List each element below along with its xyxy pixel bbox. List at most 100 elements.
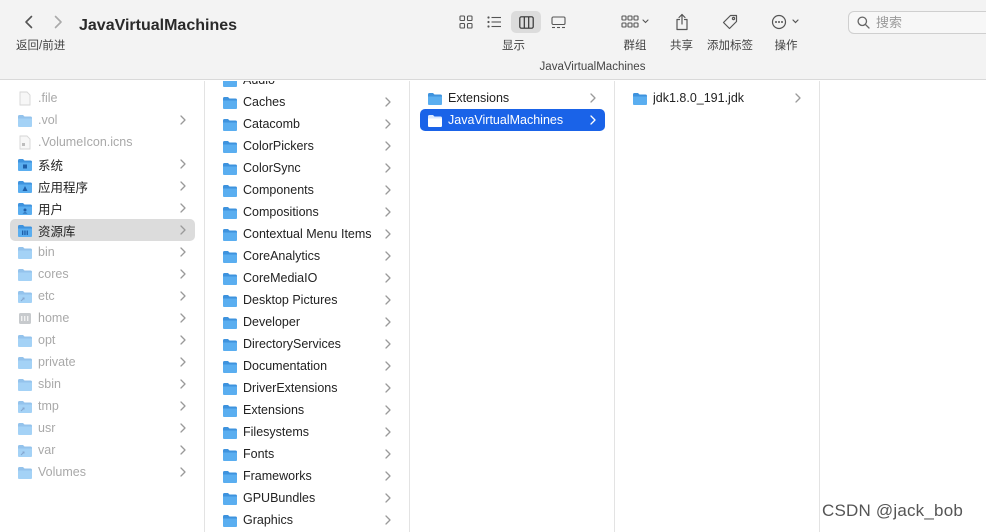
- folder-row-javavirtualmachines[interactable]: JavaVirtualMachines: [420, 109, 605, 131]
- column-library[interactable]: Audio Caches Catacomb ColorPickers ColorSync…: [205, 81, 410, 532]
- chevron-right-icon: [383, 295, 393, 305]
- folder-row-fonts[interactable]: Fonts: [215, 443, 400, 465]
- folder-row-tmp[interactable]: tmp: [10, 395, 195, 417]
- folder-row-components[interactable]: Components: [215, 179, 400, 201]
- folder-row-file[interactable]: .file: [10, 87, 195, 109]
- chevron-right-icon: [383, 515, 393, 525]
- folder-row-sbin[interactable]: sbin: [10, 373, 195, 395]
- row-label: 用户: [38, 202, 64, 217]
- row-label: jdk1.8.0_191.jdk: [653, 91, 745, 105]
- share-icon: [675, 13, 688, 31]
- row-label: cores: [38, 267, 69, 281]
- chevron-right-icon: [178, 115, 188, 125]
- folder-row-extensions[interactable]: Extensions: [420, 87, 605, 109]
- forward-button[interactable]: [50, 11, 66, 33]
- list-view-button[interactable]: [483, 11, 505, 33]
- chevron-right-icon: [383, 361, 393, 371]
- column-jvm[interactable]: jdk1.8.0_191.jdk: [615, 81, 820, 532]
- folder-row-opt[interactable]: opt: [10, 329, 195, 351]
- folder-row-private[interactable]: private: [10, 351, 195, 373]
- folder-row-contextual-menu-items[interactable]: Contextual Menu Items: [215, 223, 400, 245]
- chevron-right-icon: [178, 445, 188, 455]
- folder-row-home[interactable]: home: [10, 307, 195, 329]
- icon-view-button[interactable]: [455, 11, 477, 33]
- folder-row-usr[interactable]: usr: [10, 417, 195, 439]
- folder-icon: [222, 513, 238, 527]
- folder-icon: [222, 81, 238, 87]
- folder-row-colorpickers[interactable]: ColorPickers: [215, 135, 400, 157]
- folder-row-item-4[interactable]: 应用程序: [10, 175, 195, 197]
- folder-icon: [222, 271, 238, 285]
- add-tag-button[interactable]: 添加标签: [707, 11, 753, 53]
- row-label: Desktop Pictures: [243, 293, 338, 307]
- search-field[interactable]: [848, 11, 986, 34]
- chevron-right-icon: [383, 97, 393, 107]
- row-label: 应用程序: [38, 180, 89, 195]
- folder-row-catacomb[interactable]: Catacomb: [215, 113, 400, 135]
- chevron-right-icon: [383, 471, 393, 481]
- folder-row-graphics[interactable]: Graphics: [215, 509, 400, 531]
- column-view-button[interactable]: [511, 11, 541, 33]
- folder-row-caches[interactable]: Caches: [215, 91, 400, 113]
- folder-row-compositions[interactable]: Compositions: [215, 201, 400, 223]
- folder-row-desktop-pictures[interactable]: Desktop Pictures: [215, 289, 400, 311]
- folder-row-extensions[interactable]: Extensions: [215, 399, 400, 421]
- folder-icon: [222, 227, 238, 241]
- row-label: Contextual Menu Items: [243, 227, 372, 241]
- folder-row-item-3[interactable]: 系统: [10, 153, 195, 175]
- group-icon: [621, 15, 649, 28]
- chevron-right-icon: [178, 203, 188, 213]
- folder-row-filesystems[interactable]: Filesystems: [215, 421, 400, 443]
- folder-icon: [17, 333, 33, 347]
- folder-icon: [222, 293, 238, 307]
- folder-row-volumeicon-icns[interactable]: .VolumeIcon.icns: [10, 131, 195, 153]
- row-label: etc: [38, 289, 55, 303]
- row-label: tmp: [38, 399, 59, 413]
- chevron-right-icon: [383, 141, 393, 151]
- folder-row-audio[interactable]: Audio: [215, 81, 400, 91]
- folder-row-coreanalytics[interactable]: CoreAnalytics: [215, 245, 400, 267]
- group-button[interactable]: 群组: [621, 11, 649, 53]
- group-label: 群组: [623, 40, 647, 52]
- column-java[interactable]: Extensions JavaVirtualMachines: [410, 81, 615, 532]
- folder-row-developer[interactable]: Developer: [215, 311, 400, 333]
- folder-icon: [222, 491, 238, 505]
- chevron-right-icon: [383, 405, 393, 415]
- folder-icon: [17, 377, 33, 391]
- row-label: Catacomb: [243, 117, 300, 131]
- action-button[interactable]: 操作: [771, 11, 801, 53]
- folder-row-jdk1-8-0-191-jdk[interactable]: jdk1.8.0_191.jdk: [625, 87, 810, 109]
- folder-row-coremediaio[interactable]: CoreMediaIO: [215, 267, 400, 289]
- folder-row-driverextensions[interactable]: DriverExtensions: [215, 377, 400, 399]
- folder-row-etc[interactable]: etc: [10, 285, 195, 307]
- folder-row-gpubundles[interactable]: GPUBundles: [215, 487, 400, 509]
- row-label: Components: [243, 183, 314, 197]
- folder-row-item-6[interactable]: 资源库: [10, 219, 195, 241]
- search-input[interactable]: [876, 15, 976, 30]
- folder-row-item-5[interactable]: 用户: [10, 197, 195, 219]
- folder-icon: [17, 113, 33, 127]
- row-label: private: [38, 355, 76, 369]
- chevron-right-icon: [178, 357, 188, 367]
- folder-row-cores[interactable]: cores: [10, 263, 195, 285]
- folder-row-var[interactable]: var: [10, 439, 195, 461]
- folder-row-colorsync[interactable]: ColorSync: [215, 157, 400, 179]
- folder-row-bin[interactable]: bin: [10, 241, 195, 263]
- folder-row-volumes[interactable]: Volumes: [10, 461, 195, 483]
- gallery-view-button[interactable]: [547, 11, 569, 33]
- folder-row-documentation[interactable]: Documentation: [215, 355, 400, 377]
- column-root[interactable]: .file .vol .VolumeIcon.icns 系统应用程序用户资源库 bin c…: [0, 81, 205, 532]
- applications-folder-icon: [17, 179, 33, 193]
- chevron-right-icon: [588, 115, 598, 125]
- folder-row-vol[interactable]: .vol: [10, 109, 195, 131]
- folder-row-directoryservices[interactable]: DirectoryServices: [215, 333, 400, 355]
- share-button[interactable]: 共享: [670, 11, 693, 53]
- folder-icon: [222, 117, 238, 131]
- folder-row-frameworks[interactable]: Frameworks: [215, 465, 400, 487]
- back-button[interactable]: [20, 11, 36, 33]
- chevron-right-icon: [178, 247, 188, 257]
- row-label: GPUBundles: [243, 491, 316, 505]
- add-tag-label: 添加标签: [707, 40, 753, 52]
- folder-icon: [222, 337, 238, 351]
- folder-icon: [17, 245, 33, 259]
